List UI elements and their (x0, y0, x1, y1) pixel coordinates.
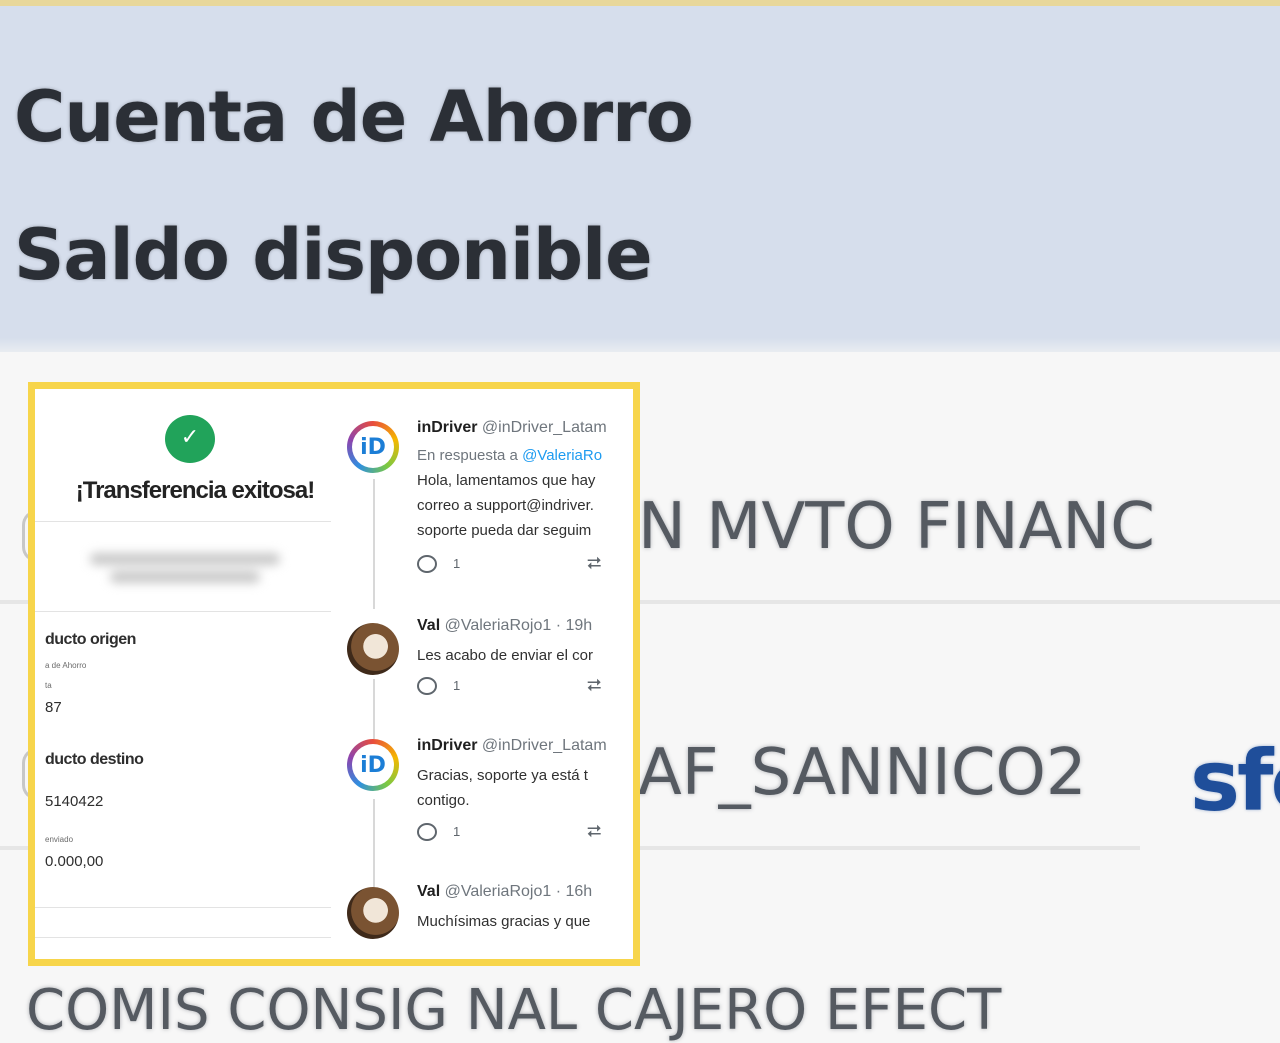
reply-icon[interactable] (417, 677, 437, 695)
transaction-row-3: COMIS CONSIG NAL CAJERO EFECT (26, 978, 1002, 1043)
header-shade (0, 338, 1280, 352)
blurred-detail (85, 547, 285, 599)
tweet-body: Les acabo de enviar el cor (417, 643, 633, 668)
reply-prefix: En respuesta a (417, 447, 518, 464)
account-title: Cuenta de Ahorro (14, 76, 694, 158)
origin-small: ta (45, 681, 52, 690)
author-name[interactable]: inDriver (417, 419, 477, 436)
transfer-receipt: ✓ ¡Transferencia exitosa! ducto origen a… (35, 389, 337, 959)
reply-mention[interactable]: @ValeriaRo (522, 447, 602, 464)
origin-label: ducto origen (45, 631, 136, 648)
tweet-line: Les acabo de enviar el cor (417, 647, 593, 664)
author-handle[interactable]: @inDriver_Latam (482, 419, 607, 436)
retweet-icon[interactable]: ⮂ (587, 675, 601, 696)
reply-icon[interactable] (417, 555, 437, 573)
tweet-line: Hola, lamentamos que hay (417, 472, 596, 489)
destination-value: 5140422 (45, 793, 104, 810)
retweet-icon[interactable]: ⮂ (587, 553, 601, 574)
screenshot-overlay: ✓ ¡Transferencia exitosa! ducto origen a… (28, 382, 640, 966)
author-name[interactable]: Val (417, 617, 440, 634)
origin-type: a de Ahorro (45, 661, 87, 670)
user-avatar[interactable] (347, 623, 399, 675)
author-handle[interactable]: @ValeriaRojo1 · 19h (445, 617, 593, 634)
tweet-line: soporte pueda dar seguim (417, 522, 592, 539)
tweet-body: En respuesta a @ValeriaRo Hola, lamentam… (417, 443, 633, 543)
author-name[interactable]: Val (417, 883, 440, 900)
thread-connector (373, 799, 375, 891)
transaction-row-1: N MVTO FINANC (638, 490, 1155, 564)
author-name[interactable]: inDriver (417, 737, 477, 754)
tweet-line: contigo. (417, 792, 470, 809)
thread-connector (373, 479, 375, 609)
divider (35, 521, 331, 522)
tweet-header: Val @ValeriaRojo1 · 19h (417, 617, 592, 635)
balance-label: Saldo disponible (14, 214, 653, 296)
transaction-row-2: AF_SANNICO2 (638, 736, 1087, 810)
tweet-body: Gracias, soporte ya está t contigo. (417, 763, 633, 813)
tweet-line: Gracias, soporte ya está t (417, 767, 588, 784)
destination-label: ducto destino (45, 751, 144, 768)
reply-count: 1 (453, 824, 461, 839)
reply-count: 1 (453, 678, 461, 693)
tweet-header: inDriver @inDriver_Latam (417, 419, 607, 437)
tweet-header: inDriver @inDriver_Latam (417, 737, 607, 755)
reply-count: 1 (453, 556, 461, 571)
reply-icon[interactable] (417, 823, 437, 841)
tweet-line: Muchísimas gracias y que (417, 913, 591, 930)
tweet-body: Muchísimas gracias y que (417, 909, 633, 934)
divider (35, 907, 331, 908)
indriver-avatar[interactable]: iD (347, 421, 399, 473)
indriver-avatar[interactable]: iD (347, 739, 399, 791)
divider (35, 937, 331, 938)
amount-small: enviado (45, 835, 74, 844)
divider (35, 611, 331, 612)
check-icon: ✓ (165, 415, 215, 463)
user-avatar[interactable] (347, 887, 399, 939)
sfc-logo: sfc (1190, 732, 1280, 830)
origin-value: 87 (45, 699, 62, 716)
thread-connector (373, 679, 375, 739)
tweet-line: correo a support@indriver. (417, 497, 594, 514)
tweet-header: Val @ValeriaRojo1 · 16h (417, 883, 592, 901)
tweet-actions: 1 ⮂ (417, 553, 617, 577)
retweet-icon[interactable]: ⮂ (587, 821, 601, 842)
success-title: ¡Transferencia exitosa! (75, 477, 315, 504)
tweet-actions: 1 ⮂ (417, 675, 617, 699)
account-header: Cuenta de Ahorro Saldo disponible (0, 6, 1280, 352)
author-handle[interactable]: @inDriver_Latam (482, 737, 607, 754)
author-handle[interactable]: @ValeriaRojo1 · 16h (445, 883, 593, 900)
tweet-actions: 1 ⮂ (417, 821, 617, 845)
amount-value: 0.000,00 (45, 853, 104, 870)
twitter-thread: iD inDriver @inDriver_Latam En respuesta… (337, 389, 633, 959)
